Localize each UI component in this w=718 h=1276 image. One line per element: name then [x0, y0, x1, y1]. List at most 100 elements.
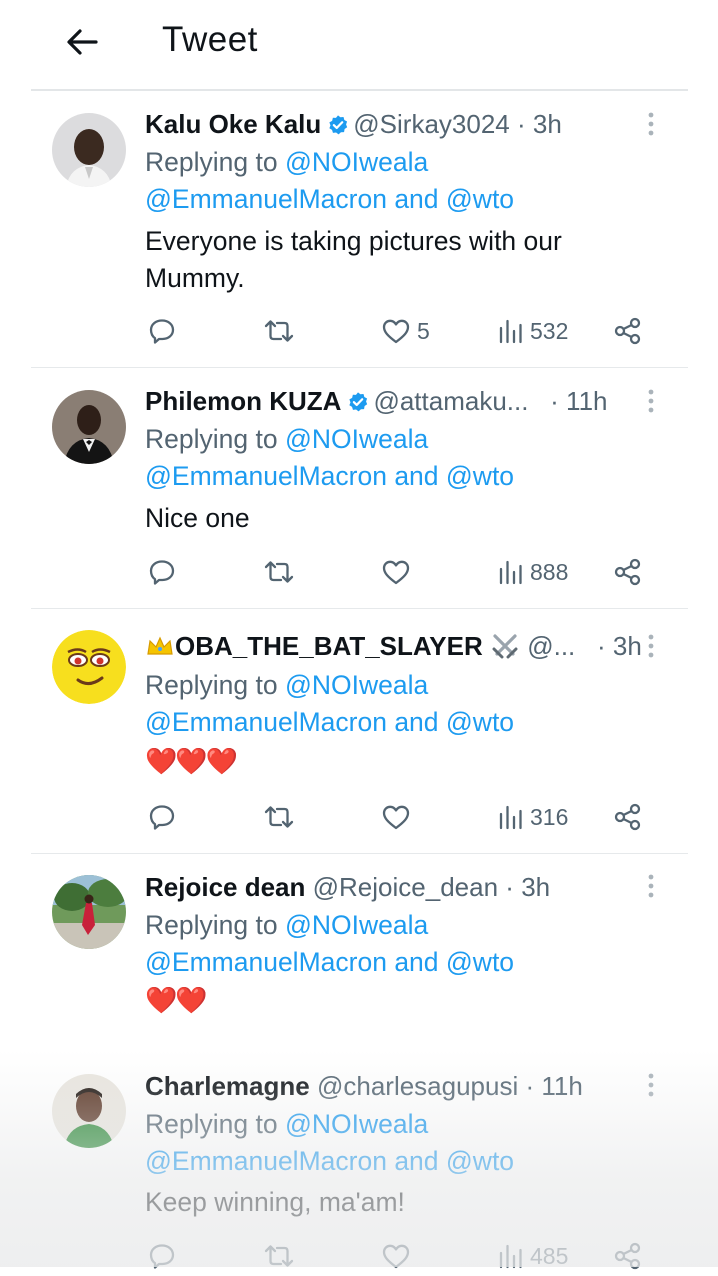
user-handle[interactable]: @attamaku...: [373, 386, 528, 416]
action-bar: 5 532: [0, 311, 718, 351]
mention-link[interactable]: @wto: [446, 1146, 514, 1176]
verified-badge-icon: [349, 392, 368, 412]
replying-to-label: Replying to: [145, 1109, 278, 1139]
views-button[interactable]: 485: [498, 1236, 568, 1276]
timestamp[interactable]: 3h: [613, 631, 642, 661]
tweet-divider: [31, 608, 688, 609]
avatar[interactable]: [52, 113, 126, 187]
avatar[interactable]: [52, 875, 126, 949]
retweet-icon: [264, 806, 294, 828]
user-handle[interactable]: @Sirkay3024: [353, 109, 509, 139]
tweet-text-line: Mummy.: [145, 263, 245, 293]
tweet-header: OBA_THE_BAT_SLAYER @... · 3h: [145, 630, 642, 662]
retweet-button[interactable]: [262, 1236, 296, 1276]
mention-and[interactable]: and: [394, 184, 438, 214]
mention-link[interactable]: @wto: [446, 461, 514, 491]
crown-icon: [147, 636, 173, 655]
views-icon: [499, 560, 522, 585]
separator-dot: ·: [505, 872, 514, 902]
share-button[interactable]: [613, 797, 643, 837]
mention-link[interactable]: @EmmanuelMacron: [145, 707, 387, 737]
timestamp[interactable]: 11h: [566, 386, 607, 416]
mention-link[interactable]: @NOIweala: [285, 147, 428, 177]
mention-link[interactable]: @NOIweala: [285, 910, 428, 940]
tweet-text-line: Keep winning, ma'am!: [145, 1187, 405, 1217]
retweet-button[interactable]: [262, 797, 296, 837]
views-icon: [499, 805, 522, 830]
mention-link[interactable]: @NOIweala: [285, 670, 428, 700]
views-button[interactable]: 888: [498, 552, 568, 592]
action-bar: 485: [0, 1236, 718, 1276]
display-name[interactable]: Charlemagne: [145, 1071, 310, 1101]
timestamp[interactable]: 3h: [533, 109, 562, 139]
avatar[interactable]: [52, 1074, 126, 1148]
reply-button[interactable]: [147, 311, 177, 351]
mention-link[interactable]: @EmmanuelMacron: [145, 461, 387, 491]
like-button[interactable]: 5: [381, 311, 430, 351]
more-options-icon[interactable]: [641, 110, 661, 140]
tweet-header: Rejoice dean @Rejoice_dean · 3h: [145, 871, 550, 903]
tweet-text-line: Nice one: [145, 503, 250, 533]
mention-link[interactable]: @wto: [446, 184, 514, 214]
tweet-text-emoji: ❤️❤️: [145, 985, 208, 1015]
heart-icon: [382, 319, 410, 344]
reply-icon: [149, 805, 175, 830]
tweet-header: Philemon KUZA @attamaku... · 11h: [145, 385, 608, 417]
mention-and[interactable]: and: [394, 707, 438, 737]
avatar[interactable]: [52, 390, 126, 464]
verified-badge-icon: [329, 115, 348, 135]
user-handle[interactable]: @...: [527, 631, 575, 661]
action-bar: 316: [0, 797, 718, 837]
like-button[interactable]: [381, 797, 417, 837]
views-button[interactable]: 316: [498, 797, 568, 837]
reply-button[interactable]: [147, 1236, 177, 1276]
mention-link[interactable]: @EmmanuelMacron: [145, 184, 387, 214]
share-button[interactable]: [613, 311, 643, 351]
mention-link[interactable]: @NOIweala: [285, 424, 428, 454]
timestamp[interactable]: 3h: [521, 872, 550, 902]
header-divider: [31, 89, 688, 91]
replying-to-label: Replying to: [145, 424, 278, 454]
more-options-icon[interactable]: [641, 632, 661, 662]
share-button[interactable]: [613, 1236, 643, 1276]
avatar[interactable]: [52, 630, 126, 704]
views-button[interactable]: 532: [498, 311, 568, 351]
mention-link[interactable]: @wto: [446, 947, 514, 977]
mention-and[interactable]: and: [394, 1146, 438, 1176]
replying-to: Replying to @NOIweala @EmmanuelMacron an…: [145, 907, 514, 981]
like-button[interactable]: [381, 1236, 417, 1276]
tweet-text: Everyone is taking pictures with our Mum…: [145, 223, 645, 297]
mention-link[interactable]: @EmmanuelMacron: [145, 947, 387, 977]
timestamp[interactable]: 11h: [541, 1071, 582, 1101]
reply-button[interactable]: [147, 552, 177, 592]
separator-dot: ·: [596, 631, 606, 661]
more-options-icon[interactable]: [641, 387, 661, 417]
reply-button[interactable]: [147, 797, 177, 837]
back-button[interactable]: [62, 22, 102, 62]
share-button[interactable]: [613, 552, 643, 592]
retweet-button[interactable]: [262, 311, 296, 351]
more-options-icon[interactable]: [641, 872, 661, 902]
display-name[interactable]: OBA_THE_BAT_SLAYER: [175, 631, 483, 661]
share-icon: [614, 803, 641, 831]
separator-dot: ·: [525, 1071, 535, 1101]
mention-and[interactable]: and: [394, 947, 438, 977]
view-count: 888: [530, 558, 569, 585]
replying-to: Replying to @NOIweala @EmmanuelMacron an…: [145, 144, 514, 218]
more-options-icon[interactable]: [641, 1071, 661, 1101]
mention-link[interactable]: @EmmanuelMacron: [145, 1146, 387, 1176]
mention-link[interactable]: @wto: [446, 707, 514, 737]
display-name[interactable]: Rejoice dean: [145, 872, 305, 902]
mention-link[interactable]: @NOIweala: [285, 1109, 428, 1139]
user-handle[interactable]: @charlesagupusi: [317, 1071, 518, 1101]
display-name[interactable]: Kalu Oke Kalu: [145, 109, 321, 139]
reply-icon: [149, 560, 175, 585]
retweet-button[interactable]: [262, 552, 296, 592]
share-icon: [614, 317, 641, 345]
display-name[interactable]: Philemon KUZA: [145, 386, 341, 416]
like-button[interactable]: [381, 552, 417, 592]
action-bar: 888: [0, 552, 718, 592]
user-handle[interactable]: @Rejoice_dean: [313, 872, 498, 902]
mention-and[interactable]: and: [394, 461, 438, 491]
tweet-text: Nice one: [145, 500, 645, 537]
